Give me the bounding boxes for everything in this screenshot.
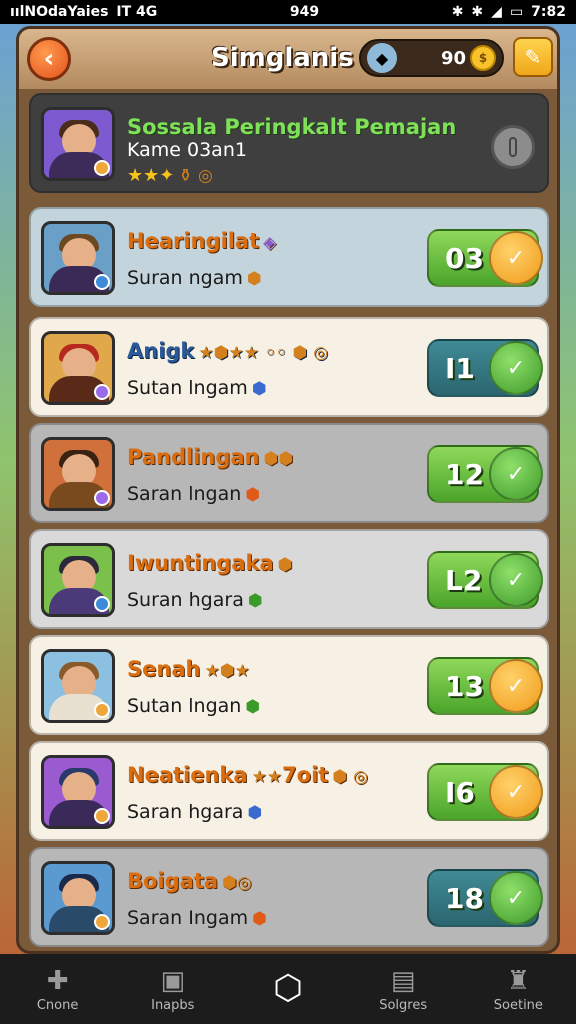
nav-label: Cnone [36, 997, 79, 1013]
avatar [41, 107, 115, 181]
list-item[interactable]: Pandlingan ⬢⬢ Saran lngan ⬢ 12 ✓ [29, 423, 549, 523]
name-suffix: 7oit [282, 763, 329, 787]
player-name: Anigk ★⬢★★ ◦◦ ⬢ ◎ [127, 339, 329, 363]
carrier-label: ıılNOdaYaies [10, 4, 109, 20]
avatar [41, 649, 115, 723]
action-icon[interactable]: ✓ [489, 341, 543, 395]
player-name: Senah ★⬢★ [127, 657, 250, 681]
nav-item-soetine[interactable]: ♜ Soetine [473, 966, 563, 1013]
bluetooth-icon: ✱ [451, 4, 464, 20]
currency-value: 90 [440, 47, 466, 69]
list-item[interactable]: Sossala Peringkalt Pemajan Kame 03an1 ★★… [29, 93, 549, 193]
coin-icon: $ [470, 45, 496, 71]
player-subtitle: Sutan lngam ⬢ [127, 377, 267, 399]
star-rating: ★★✦ ⚱ ◎ [127, 165, 213, 186]
player-subtitle: Sutan lngan ⬢ [127, 695, 261, 717]
trophy-icon: ♜ [506, 965, 530, 996]
list-item[interactable]: Hearingilat ◈ Suran ngam ⬢ 03 ✓ [29, 207, 549, 307]
puzzle-icon: ✚ [46, 965, 69, 996]
action-icon[interactable]: ✓ [489, 553, 543, 607]
avatar [41, 331, 115, 405]
settings-button[interactable]: ✎ [513, 37, 553, 77]
action-icon[interactable]: ✓ [489, 447, 543, 501]
player-subtitle: Kame 03an1 [127, 139, 247, 161]
list-item[interactable]: Neatienka ★★7oit ⬢ ◎ Saran hgara ⬢ I6 ✓ [29, 741, 549, 841]
status-bar: ıılNOdaYaies IT 4G 949 ✱ ✱ ◢ ▭ 7:82 [0, 0, 576, 24]
bottom-nav: ✚ Cnone ▣ Inapbs ⬡ ▤ Solgres ♜ Soetine [0, 954, 576, 1024]
list-item[interactable]: Anigk ★⬢★★ ◦◦ ⬢ ◎ Sutan lngam ⬢ I1 ✓ [29, 317, 549, 417]
nav-label: Soetine [493, 997, 543, 1013]
status-right: ✱ ✱ ◢ ▭ 7:82 [452, 4, 566, 20]
bluetooth-icon: ✱ [471, 4, 484, 20]
score-value: I6 [445, 775, 475, 809]
nav-item-solgres[interactable]: ▤ Solgres [358, 966, 448, 1013]
player-subtitle: Saran Ingam ⬢ [127, 907, 267, 929]
score-pill[interactable]: I6 ✓ [427, 763, 543, 821]
player-subtitle: Saran lngan ⬢ [127, 483, 261, 505]
page-title: Simglanis [211, 43, 354, 73]
action-icon[interactable]: ✓ [489, 765, 543, 819]
player-name: Pandlingan ⬢⬢ [127, 445, 294, 469]
box-icon: ▣ [160, 965, 186, 996]
nav-item-home[interactable]: ⬡ [243, 968, 333, 1010]
score-value: L2 [445, 563, 483, 597]
score-value: 12 [445, 457, 484, 491]
status-time-center: 949 [289, 4, 320, 20]
avatar [41, 861, 115, 935]
avatar [41, 755, 115, 829]
score-pill[interactable]: I1 ✓ [427, 339, 543, 397]
signal-icon: ◢ [491, 4, 502, 20]
network-label: IT 4G [116, 4, 158, 20]
score-value: 18 [445, 881, 484, 915]
action-icon[interactable]: ✓ [489, 871, 543, 925]
action-icon[interactable]: ✓ [489, 231, 543, 285]
avatar [41, 543, 115, 617]
nav-item-inapbs[interactable]: ▣ Inapbs [128, 966, 218, 1013]
avatar [41, 221, 115, 295]
nav-label: Solgres [379, 997, 428, 1013]
card-icon: ▤ [390, 965, 416, 996]
status-time-right: 7:82 [531, 4, 566, 20]
score-pill[interactable]: 18 ✓ [427, 869, 543, 927]
nav-item-cnone[interactable]: ✚ Cnone [13, 966, 103, 1013]
score-value: 03 [445, 241, 484, 275]
leaderboard-panel: ‹ Simglanis ◆ 90 $ ✎ Sossala Peringkalt … [16, 26, 560, 954]
wrench-icon: ✎ [524, 45, 542, 69]
nav-label: Inapbs [151, 997, 195, 1013]
avatar [41, 437, 115, 511]
score-pill[interactable]: 12 ✓ [427, 445, 543, 503]
player-name: Hearingilat ◈ [127, 229, 277, 253]
list-item[interactable]: Boigata ⬢◎ Saran Ingam ⬢ 18 ✓ [29, 847, 549, 947]
back-button[interactable]: ‹ [27, 37, 71, 81]
player-name: Boigata ⬢◎ [127, 869, 252, 893]
battery-icon: ▭ [509, 4, 524, 20]
score-pill[interactable]: L2 ✓ [427, 551, 543, 609]
status-left: ıılNOdaYaies IT 4G [10, 4, 157, 20]
score-pill[interactable]: 13 ✓ [427, 657, 543, 715]
player-subtitle: Suran hgara ⬢ [127, 589, 263, 611]
player-name: Neatienka ★★7oit ⬢ ◎ [127, 763, 368, 787]
player-subtitle: Saran hgara ⬢ [127, 801, 263, 823]
player-name: Iwuntingaka ⬢ [127, 551, 293, 575]
score-value: I1 [445, 351, 475, 385]
player-name: Sossala Peringkalt Pemajan [127, 115, 457, 139]
hexagon-icon: ⬡ [273, 968, 303, 1008]
list-item[interactable]: Iwuntingaka ⬢ Suran hgara ⬢ L2 ✓ [29, 529, 549, 629]
list-item[interactable]: Senah ★⬢★ Sutan lngan ⬢ 13 ✓ [29, 635, 549, 735]
toggle-button[interactable] [491, 125, 535, 169]
currency-display[interactable]: ◆ 90 $ [359, 39, 504, 77]
score-value: 13 [445, 669, 484, 703]
header: ‹ Simglanis ◆ 90 $ ✎ [19, 29, 557, 89]
action-icon[interactable]: ✓ [489, 659, 543, 713]
gem-icon: ◆ [367, 43, 397, 73]
chevron-left-icon: ‹ [43, 44, 55, 74]
score-pill[interactable]: 03 ✓ [427, 229, 543, 287]
player-subtitle: Suran ngam ⬢ [127, 267, 262, 289]
